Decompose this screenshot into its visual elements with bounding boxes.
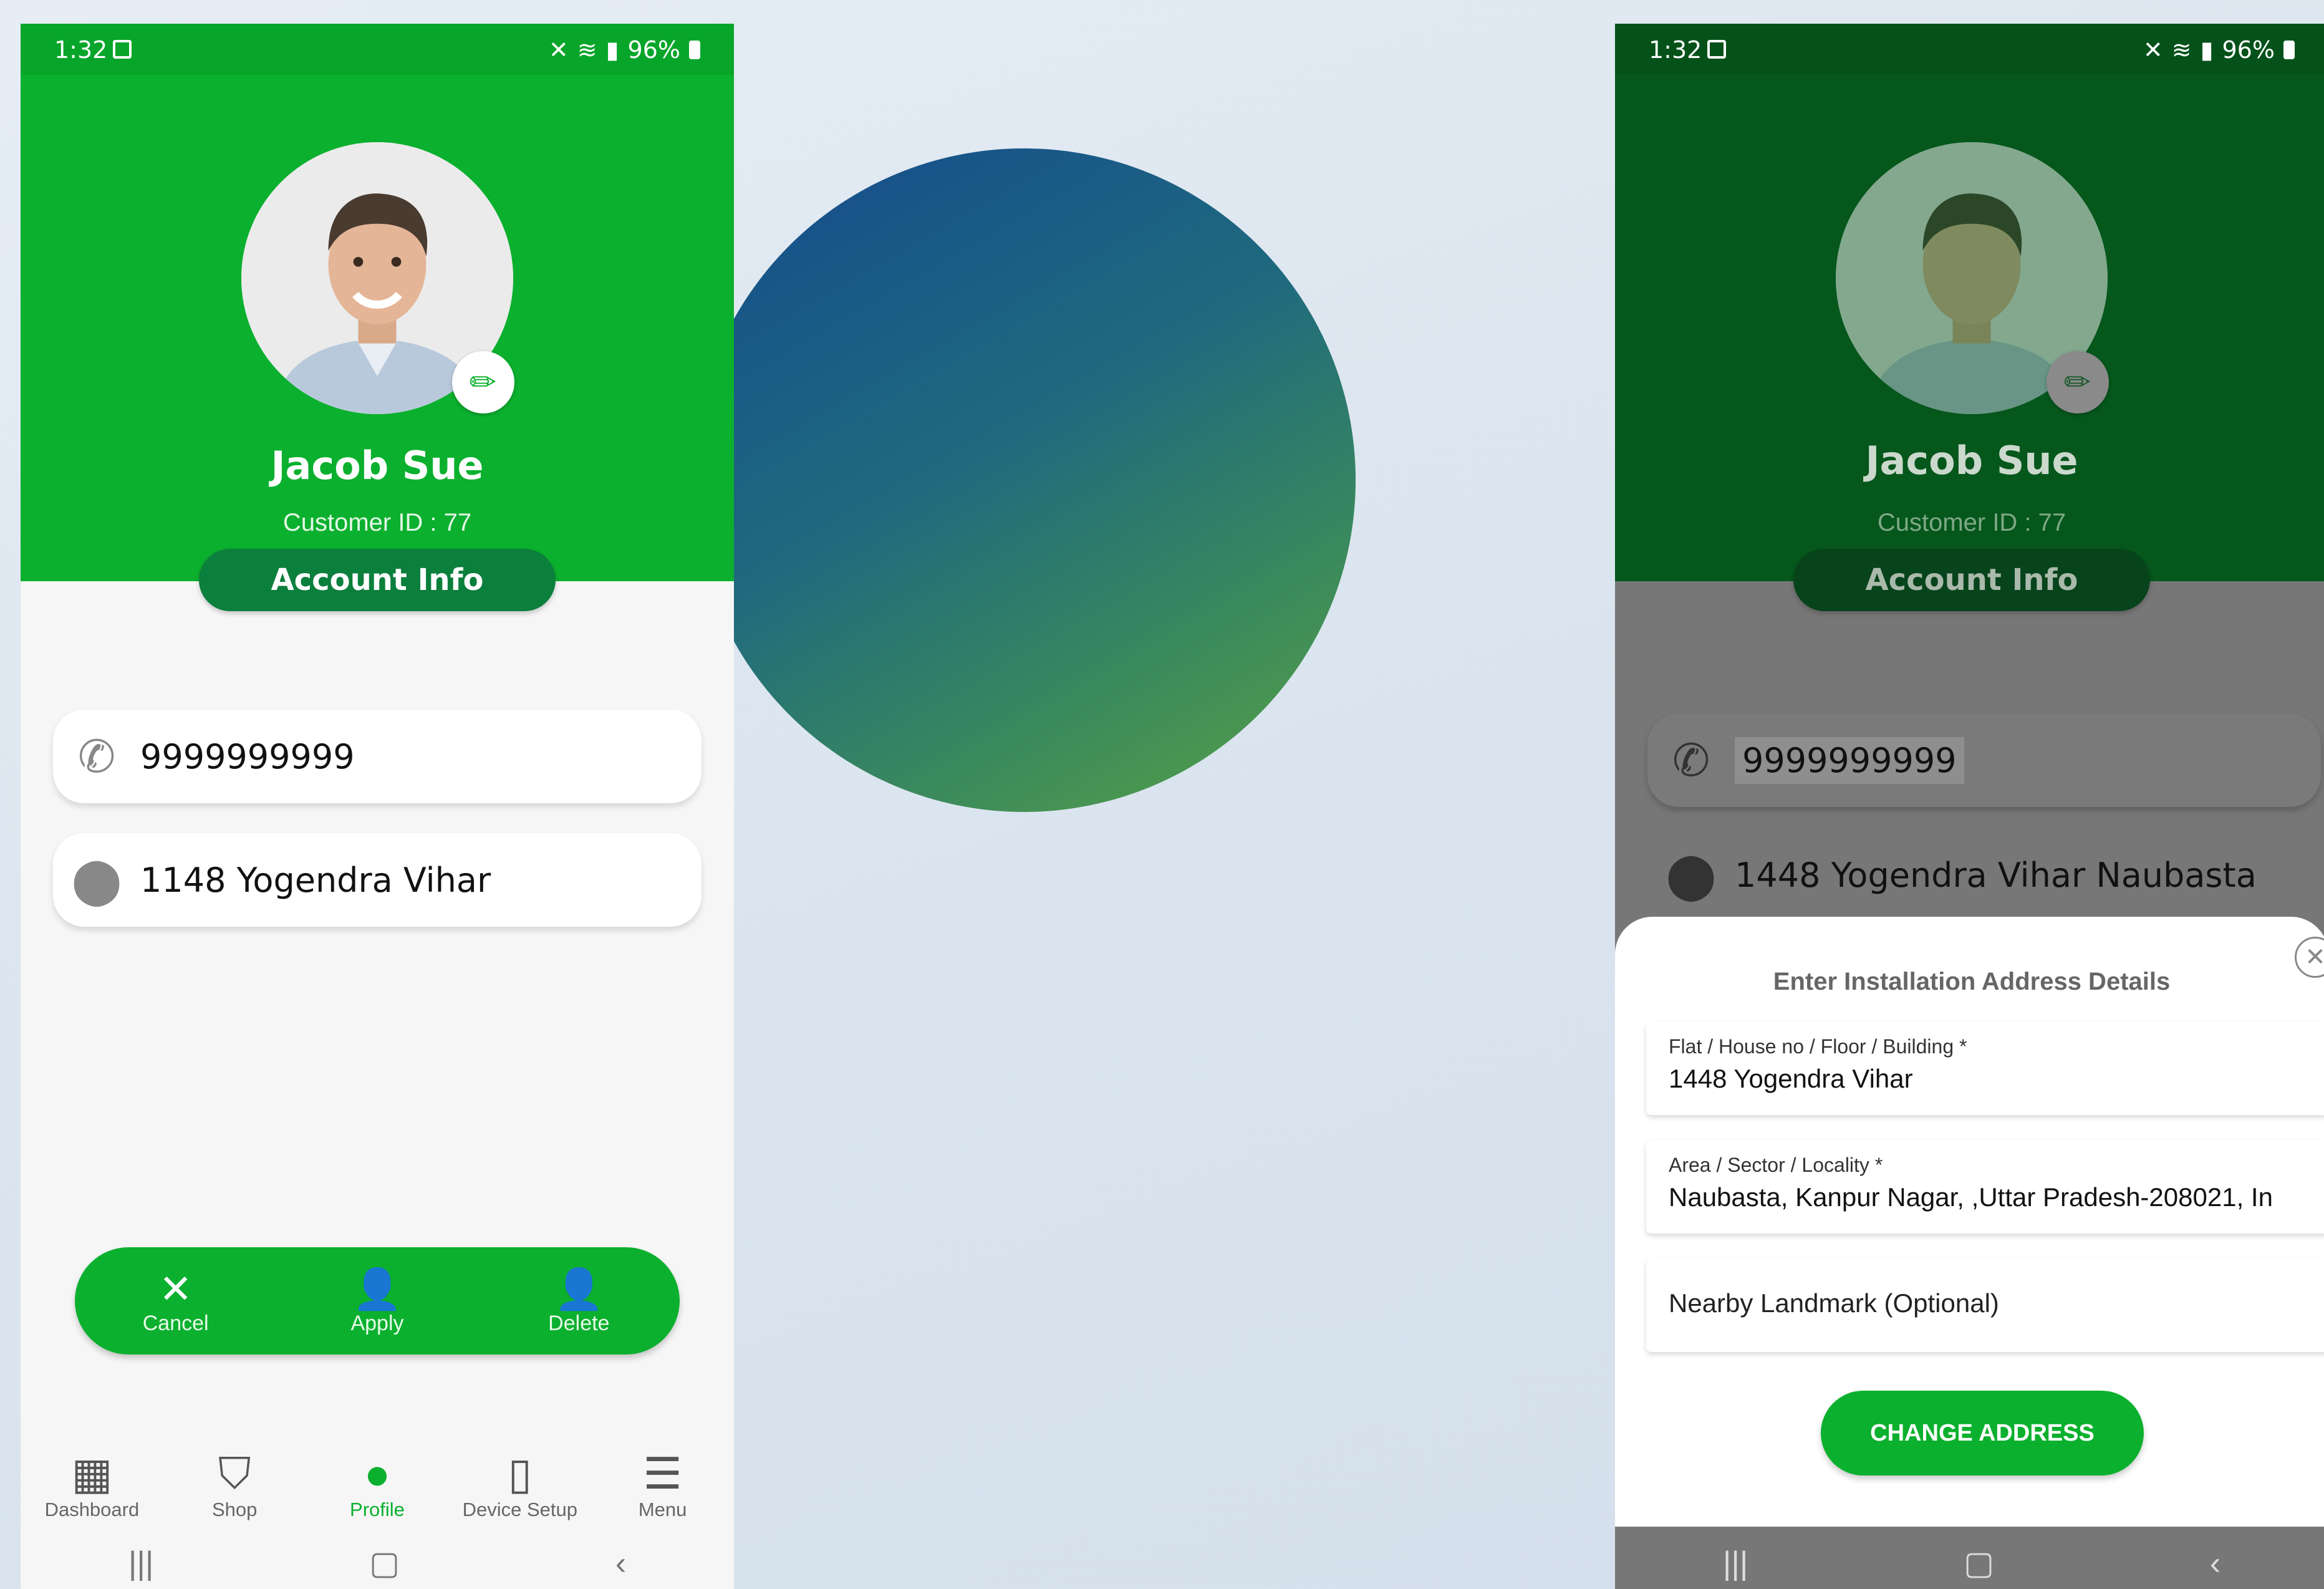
flat-house-label: Flat / House no / Floor / Building * (1669, 1035, 1967, 1058)
status-time: 1:32 (54, 36, 108, 64)
account-info-button[interactable]: Account Info (199, 549, 556, 611)
mute-icon: ✕ (2143, 36, 2163, 64)
status-time: 1:32 (1649, 36, 1702, 64)
profile-action-bar: ✕ Cancel 👤 Apply 👤 Delete (75, 1247, 680, 1355)
phone-value: 9999999999 (1735, 737, 1964, 784)
back-icon[interactable]: ‹ (2210, 1545, 2220, 1582)
apply-button[interactable]: 👤 Apply (276, 1247, 478, 1355)
address-field[interactable]: ⬤ 1148 Yogendra Vihar (53, 833, 702, 927)
battery-icon (2283, 41, 2295, 59)
system-navigation-bar: ||| ▢ ‹ (1615, 1538, 2324, 1589)
menu-icon: ☰ (643, 1449, 682, 1498)
landmark-placeholder: Nearby Landmark (Optional) (1669, 1288, 1999, 1318)
nav-device-setup[interactable]: ▯ Device Setup (448, 1432, 591, 1538)
bottom-navigation: ▦ Dashboard ⛉ Shop ● Profile ▯ Device Se… (21, 1432, 734, 1538)
user-check-icon: 👤 (352, 1266, 402, 1311)
sheet-title: Enter Installation Address Details (1773, 968, 2171, 995)
flat-house-value: 1448 Yogendra Vihar (1669, 1064, 1913, 1093)
delete-button[interactable]: 👤 Delete (478, 1247, 680, 1355)
address-value: 1148 Yogendra Vihar (140, 860, 491, 900)
pencil-icon: ✎ (461, 360, 505, 404)
phone-screen-profile: 1:32 ✕ ≋ ▮ 96% ✎ Jacob Sue Customer ID :… (21, 24, 734, 1589)
nav-label: Menu (638, 1499, 687, 1520)
flat-house-field[interactable]: Flat / House no / Floor / Building * 144… (1646, 1022, 2324, 1115)
wifi-icon: ≋ (577, 36, 597, 64)
address-bottom-sheet: Enter Installation Address Details ✕ Fla… (1615, 917, 2324, 1527)
nav-dashboard[interactable]: ▦ Dashboard (21, 1432, 163, 1538)
user-delete-icon: 👤 (554, 1266, 604, 1311)
edit-avatar-button[interactable]: ✎ (452, 351, 514, 413)
gallery-icon (1707, 40, 1726, 59)
area-locality-value: Naubasta, Kanpur Nagar, ,Uttar Pradesh-2… (1669, 1182, 2273, 1212)
cancel-button[interactable]: ✕ Cancel (75, 1247, 276, 1355)
mute-icon: ✕ (548, 36, 569, 64)
battery-level: 96% (2222, 36, 2275, 64)
status-bar: 1:32 ✕ ≋ ▮ 96% (1615, 24, 2324, 75)
person-icon: ● (364, 1449, 391, 1498)
address-value: 1448 Yogendra Vihar Naubasta (1735, 855, 2257, 895)
customer-id: Customer ID : 77 (282, 509, 472, 536)
signal-icon: ▮ (605, 36, 619, 64)
nav-label: Profile (350, 1499, 405, 1520)
device-setup-icon: ▯ (508, 1449, 533, 1498)
phone-screen-address-sheet: 1:32 ✕ ≋ ▮ 96% ✎ Jacob Sue Customer ID :… (1615, 24, 2324, 1589)
home-icon[interactable]: ▢ (1964, 1545, 1994, 1582)
area-locality-field[interactable]: Area / Sector / Locality * Naubasta, Kan… (1646, 1140, 2324, 1234)
nav-label: Shop (211, 1499, 258, 1520)
phone-icon: ✆ (77, 730, 116, 783)
nav-shop[interactable]: ⛉ Shop (163, 1432, 306, 1538)
background-gradient-circle (692, 148, 1356, 812)
nav-profile[interactable]: ● Profile (306, 1432, 449, 1538)
profile-name: Jacob Sue (1865, 438, 2078, 483)
back-icon[interactable]: ‹ (615, 1545, 626, 1582)
phone-value: 9999999999 (140, 737, 355, 776)
landmark-field[interactable]: Nearby Landmark (Optional) (1646, 1258, 2324, 1352)
phone-field: ✆ 9999999999 (1647, 713, 2321, 807)
address-field: ⬤ 1448 Yogendra Vihar Naubasta (1647, 828, 2324, 922)
location-pin-icon: ⬤ (1666, 849, 1717, 901)
nav-label: Device Setup (462, 1499, 577, 1520)
home-icon[interactable]: ▢ (369, 1545, 400, 1582)
delete-label: Delete (548, 1311, 610, 1335)
phone-field[interactable]: ✆ 9999999999 (53, 710, 702, 803)
nav-label: Dashboard (44, 1499, 140, 1520)
gallery-icon (113, 40, 132, 59)
nav-menu[interactable]: ☰ Menu (591, 1432, 734, 1538)
profile-name: Jacob Sue (271, 443, 484, 488)
close-icon: ✕ (158, 1266, 193, 1311)
edit-avatar-button: ✎ (2047, 351, 2109, 413)
recent-apps-icon[interactable]: ||| (128, 1545, 154, 1582)
account-info-button: Account Info (1793, 549, 2150, 611)
signal-icon: ▮ (2200, 36, 2214, 64)
apply-label: Apply (350, 1311, 404, 1335)
battery-level: 96% (627, 36, 680, 64)
change-address-button[interactable]: CHANGE ADDRESS (1821, 1391, 2144, 1476)
phone-icon: ✆ (1672, 734, 1710, 786)
shopping-bag-icon: ⛉ (218, 1449, 251, 1498)
status-bar: 1:32 ✕ ≋ ▮ 96% (21, 24, 734, 75)
dashboard-icon: ▦ (71, 1449, 113, 1498)
cancel-label: Cancel (142, 1311, 209, 1335)
area-locality-label: Area / Sector / Locality * (1669, 1154, 1883, 1176)
customer-id: Customer ID : 77 (1877, 509, 2066, 536)
system-navigation-bar: ||| ▢ ‹ (21, 1538, 734, 1589)
battery-icon (689, 41, 700, 59)
pencil-icon: ✎ (2056, 360, 2100, 404)
location-pin-icon: ⬤ (71, 854, 122, 906)
wifi-icon: ≋ (2171, 36, 2192, 64)
recent-apps-icon[interactable]: ||| (1723, 1545, 1748, 1582)
